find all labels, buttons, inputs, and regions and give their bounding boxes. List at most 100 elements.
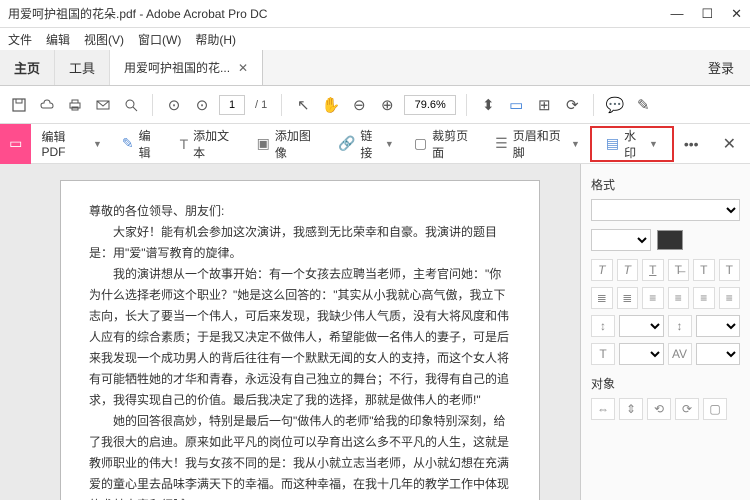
spacing-select[interactable] [619,315,664,337]
document-viewport[interactable]: 尊敬的各位领导、朋友们: 大家好！能有机会参加这次演讲，我感到无比荣幸和自豪。我… [0,164,580,500]
save-icon[interactable] [8,94,30,116]
kerning-button[interactable]: AV [668,343,692,365]
watermark-button[interactable]: ▤ 水印 ▼ [590,126,674,162]
menu-help[interactable]: 帮助(H) [195,31,236,48]
content-area: 尊敬的各位领导、朋友们: 大家好！能有机会参加这次演讲，我感到无比荣幸和自豪。我… [0,164,750,500]
tab-document[interactable]: 用爱呵护祖国的花... ✕ [110,50,263,85]
doc-para: 她的回答很高妙，特别是最后一句"做伟人的老师"给我的印象特别深刻，给了我很大的启… [89,411,511,500]
zoom-out-icon[interactable]: ⊖ [348,94,370,116]
menu-edit[interactable]: 编辑 [46,31,70,48]
pointer-icon[interactable]: ↖ [292,94,314,116]
link-button[interactable]: 🔗 链接 ▼ [328,124,404,164]
zoom-in-icon[interactable]: ⊕ [376,94,398,116]
link-icon: 🔗 [338,135,355,152]
header-footer-label: 页眉和页脚 [513,127,566,161]
tab-tools[interactable]: 工具 [55,50,110,85]
doc-para: 大家好！能有机会参加这次演讲，我感到无比荣幸和自豪。我演讲的题目是：用"爱"谱写… [89,222,511,264]
rotate-ccw-button[interactable]: ⟲ [647,398,671,420]
scale-h-button[interactable]: T [591,343,615,365]
watermark-label: 水印 [624,127,644,161]
crop-obj-button[interactable]: ▢ [703,398,727,420]
page-up-icon[interactable]: ⊙ [163,94,185,116]
edit-button[interactable]: ✎ 编辑 [112,124,170,164]
header-footer-button[interactable]: ☰ 页眉和页脚 ▼ [485,124,590,164]
chevron-down-icon: ▼ [571,139,580,149]
titlebar: 用爱呵护祖国的花朵.pdf - Adobe Acrobat Pro DC — ☐… [0,0,750,28]
align-right-button[interactable]: ≡ [693,287,715,309]
page[interactable]: 尊敬的各位领导、朋友们: 大家好！能有机会参加这次演讲，我感到无比荣幸和自豪。我… [60,180,540,500]
add-image-label: 添加图像 [275,127,318,161]
fit-page-icon[interactable]: ▭ [505,94,527,116]
flip-h-button[interactable]: ⇔ [591,398,615,420]
maximize-button[interactable]: ☐ [701,6,713,22]
menu-file[interactable]: 文件 [8,31,32,48]
underline-button[interactable]: T [642,259,664,281]
tab-home[interactable]: 主页 [0,50,55,85]
minimize-button[interactable]: — [670,6,683,22]
search-icon[interactable] [120,94,142,116]
menubar: 文件 编辑 视图(V) 窗口(W) 帮助(H) [0,28,750,50]
window-title: 用爱呵护祖国的花朵.pdf - Adobe Acrobat Pro DC [8,5,670,22]
align-left-button[interactable]: ≡ [642,287,664,309]
color-swatch[interactable] [657,230,683,250]
align-center-button[interactable]: ≡ [668,287,690,309]
strike-button[interactable]: T̶ [668,259,690,281]
window-controls: — ☐ ✕ [670,6,742,22]
watermark-icon: ▤ [606,135,619,152]
link-label: 链接 [360,127,380,161]
page-number-input[interactable] [219,95,245,115]
crop-button[interactable]: ▢ 裁剪页面 [404,124,485,164]
chevron-down-icon: ▼ [93,139,102,149]
italic-button[interactable]: T [617,259,639,281]
hscale-select[interactable] [619,343,664,365]
rotate-icon[interactable]: ⟳ [561,94,583,116]
sign-icon[interactable]: ✎ [632,94,654,116]
comment-icon[interactable]: 💬 [604,94,626,116]
cloud-icon[interactable] [36,94,58,116]
chevron-down-icon: ▼ [649,139,658,149]
tab-close-icon[interactable]: ✕ [238,61,248,75]
crop-label: 裁剪页面 [432,127,475,161]
font-size-select[interactable] [591,229,651,251]
view-icon[interactable]: ⊞ [533,94,555,116]
sub-button[interactable]: T [719,259,741,281]
edit-icon: ✎ [122,135,134,152]
main-toolbar: ⊙ ⊙ / 1 ↖ ✋ ⊖ ⊕ ⬍ ▭ ⊞ ⟳ 💬 ✎ [0,86,750,124]
bullet-list-button[interactable]: ≣ [591,287,613,309]
add-image-button[interactable]: ▣ 添加图像 [247,124,328,164]
line-spacing-button[interactable]: ↕ [591,315,615,337]
mail-icon[interactable] [92,94,114,116]
align-justify-button[interactable]: ≡ [719,287,741,309]
flip-v-button[interactable]: ⇕ [619,398,643,420]
zoom-input[interactable] [404,95,456,115]
edit-mode-button[interactable]: ▭ [0,124,31,164]
rotate-cw-button[interactable]: ⟳ [675,398,699,420]
format-panel: 格式 T T T T̶ T T ≣ ≣ ≡ ≡ ≡ ≡ ↕ ↕ [580,164,750,500]
add-text-button[interactable]: T 添加文本 [170,124,247,164]
indent-select[interactable] [696,315,741,337]
kern-select[interactable] [696,343,741,365]
number-list-button[interactable]: ≣ [617,287,639,309]
close-panel-button[interactable]: ✕ [709,134,750,154]
doc-para: 我的演讲想从一个故事开始：有一个女孩去应聘当老师，主考官问她："你为什么选择老师… [89,264,511,411]
edit-toolbar: ▭ 编辑 PDF ▼ ✎ 编辑 T 添加文本 ▣ 添加图像 🔗 链接 ▼ ▢ 裁… [0,124,750,164]
super-button[interactable]: T [693,259,715,281]
page-down-icon[interactable]: ⊙ [191,94,213,116]
font-family-select[interactable] [591,199,740,221]
fit-width-icon[interactable]: ⬍ [477,94,499,116]
menu-window[interactable]: 窗口(W) [138,31,181,48]
edit-pdf-button[interactable]: 编辑 PDF ▼ [31,124,111,164]
more-button[interactable]: ••• [674,136,709,152]
menu-view[interactable]: 视图(V) [84,31,124,48]
text-icon: T [180,136,189,152]
close-button[interactable]: ✕ [731,6,742,22]
edit-label: 编辑 [139,127,160,161]
bold-button[interactable]: T [591,259,613,281]
page-total: / 1 [251,99,271,111]
indent-button[interactable]: ↕ [668,315,692,337]
header-icon: ☰ [495,135,508,152]
print-icon[interactable] [64,94,86,116]
edit-mode-icon: ▭ [9,135,22,152]
login-button[interactable]: 登录 [692,50,750,85]
hand-icon[interactable]: ✋ [320,94,342,116]
